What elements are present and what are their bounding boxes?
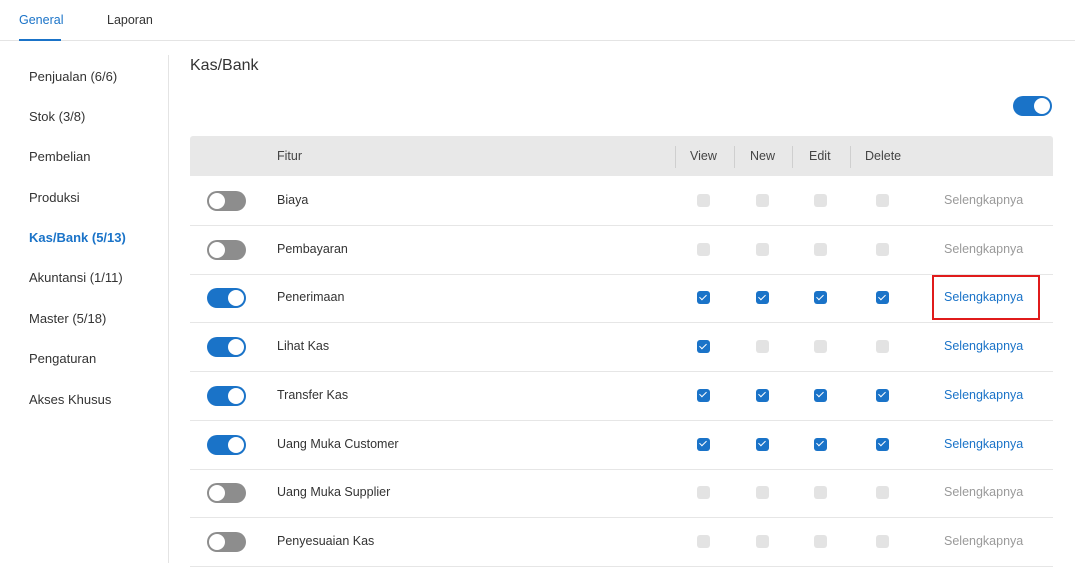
header-divider <box>850 146 851 168</box>
view-checkbox[interactable] <box>697 340 710 354</box>
toggle-knob <box>228 290 244 307</box>
column-header-edit: Edit <box>809 149 831 163</box>
new-checkbox[interactable] <box>756 242 769 256</box>
new-checkbox[interactable] <box>756 534 769 548</box>
feature-name: Uang Muka Supplier <box>277 485 391 500</box>
new-checkbox[interactable] <box>756 388 769 402</box>
feature-toggle[interactable] <box>207 337 246 358</box>
header-divider <box>675 146 676 168</box>
edit-checkbox[interactable] <box>814 291 827 305</box>
table-header: Fitur View New Edit Delete <box>190 136 1053 176</box>
table-row: Biaya Selengkapnya <box>190 176 1053 226</box>
edit-checkbox[interactable] <box>814 340 827 354</box>
feature-name: Pembayaran <box>277 241 348 256</box>
toggle-knob <box>209 193 225 209</box>
column-header-view: View <box>690 149 717 163</box>
sidebar-item-master[interactable]: Master (5/18) <box>29 311 106 326</box>
new-checkbox[interactable] <box>756 486 769 500</box>
feature-name: Uang Muka Customer <box>277 436 399 451</box>
new-checkbox[interactable] <box>756 437 769 451</box>
feature-toggle[interactable] <box>207 483 246 504</box>
new-checkbox[interactable] <box>756 194 769 207</box>
selengkapnya-link[interactable]: Selengkapnya <box>944 176 1023 225</box>
table-row: Lihat Kas Selengkapnya <box>190 322 1053 373</box>
page-title: Kas/Bank <box>190 57 259 74</box>
toggle-knob <box>209 533 225 550</box>
view-checkbox[interactable] <box>697 486 710 500</box>
table-row: Uang Muka Supplier Selengkapnya <box>190 468 1053 519</box>
selengkapnya-link[interactable]: Selengkapnya <box>944 371 1023 420</box>
selengkapnya-link[interactable]: Selengkapnya <box>944 468 1023 517</box>
tab-general[interactable]: General <box>19 0 63 41</box>
sidebar-item-stok[interactable]: Stok (3/8) <box>29 109 85 124</box>
sidebar-item-akses-khusus[interactable]: Akses Khusus <box>29 392 111 407</box>
sidebar-item-pengaturan[interactable]: Pengaturan <box>29 351 96 366</box>
sidebar-item-produksi[interactable]: Produksi <box>29 190 80 205</box>
selengkapnya-link[interactable]: Selengkapnya <box>944 225 1023 274</box>
view-checkbox[interactable] <box>697 291 710 305</box>
sidebar-item-pembelian[interactable]: Pembelian <box>29 149 90 164</box>
delete-checkbox[interactable] <box>876 194 889 207</box>
selengkapnya-link[interactable]: Selengkapnya <box>944 517 1023 566</box>
column-header-delete: Delete <box>865 149 902 163</box>
delete-checkbox[interactable] <box>876 242 889 256</box>
table-row: Uang Muka Customer Selengkapnya <box>190 420 1053 470</box>
tab-laporan[interactable]: Laporan <box>107 0 153 40</box>
feature-name: Biaya <box>277 193 309 207</box>
edit-checkbox[interactable] <box>814 486 827 500</box>
table-row: Penyesuaian Kas Selengkapnya <box>190 517 1053 567</box>
delete-checkbox[interactable] <box>876 388 889 402</box>
view-checkbox[interactable] <box>697 388 710 402</box>
edit-checkbox[interactable] <box>814 388 827 402</box>
toggle-knob <box>228 436 244 453</box>
sidebar-item-penjualan[interactable]: Penjualan (6/6) <box>29 69 117 84</box>
new-checkbox[interactable] <box>756 291 769 305</box>
master-toggle[interactable] <box>1013 96 1052 116</box>
feature-toggle[interactable] <box>207 239 246 260</box>
delete-checkbox[interactable] <box>876 340 889 354</box>
table-row: Transfer Kas Selengkapnya <box>190 371 1053 421</box>
header-divider <box>792 146 793 168</box>
toggle-knob <box>1034 98 1050 114</box>
column-header-fitur: Fitur <box>277 149 302 163</box>
selengkapnya-link[interactable]: Selengkapnya <box>944 273 1023 322</box>
toggle-knob <box>228 339 244 356</box>
view-checkbox[interactable] <box>697 242 710 256</box>
feature-name: Penyesuaian Kas <box>277 533 375 548</box>
view-checkbox[interactable] <box>697 534 710 548</box>
feature-name: Lihat Kas <box>277 339 330 354</box>
sidebar-item-kas-bank[interactable]: Kas/Bank (5/13) <box>29 230 126 245</box>
column-header-new: New <box>750 149 776 163</box>
view-checkbox[interactable] <box>697 437 710 451</box>
table-row: Penerimaan Selengkapnya <box>190 273 1053 324</box>
edit-checkbox[interactable] <box>814 437 827 451</box>
view-checkbox[interactable] <box>697 194 710 207</box>
delete-checkbox[interactable] <box>876 534 889 548</box>
delete-checkbox[interactable] <box>876 291 889 305</box>
header-divider <box>734 146 735 168</box>
feature-toggle[interactable] <box>207 288 246 309</box>
feature-name: Penerimaan <box>277 290 345 305</box>
top-tabs: General Laporan <box>0 0 1075 41</box>
toggle-knob <box>209 485 225 502</box>
edit-checkbox[interactable] <box>814 194 827 207</box>
feature-toggle[interactable] <box>207 385 246 406</box>
table-row: Pembayaran Selengkapnya <box>190 225 1053 275</box>
selengkapnya-link[interactable]: Selengkapnya <box>944 322 1023 371</box>
feature-name: Transfer Kas <box>277 387 349 402</box>
edit-checkbox[interactable] <box>814 534 827 548</box>
delete-checkbox[interactable] <box>876 437 889 451</box>
toggle-knob <box>209 241 225 258</box>
feature-toggle[interactable] <box>207 531 246 552</box>
sidebar-item-akuntansi[interactable]: Akuntansi (1/11) <box>29 270 123 285</box>
new-checkbox[interactable] <box>756 340 769 354</box>
edit-checkbox[interactable] <box>814 242 827 256</box>
feature-toggle[interactable] <box>207 434 246 455</box>
toggle-knob <box>228 387 244 404</box>
sidebar: Penjualan (6/6) Stok (3/8) Pembelian Pro… <box>0 55 169 563</box>
selengkapnya-link[interactable]: Selengkapnya <box>944 420 1023 469</box>
delete-checkbox[interactable] <box>876 486 889 500</box>
feature-toggle[interactable] <box>207 191 246 211</box>
